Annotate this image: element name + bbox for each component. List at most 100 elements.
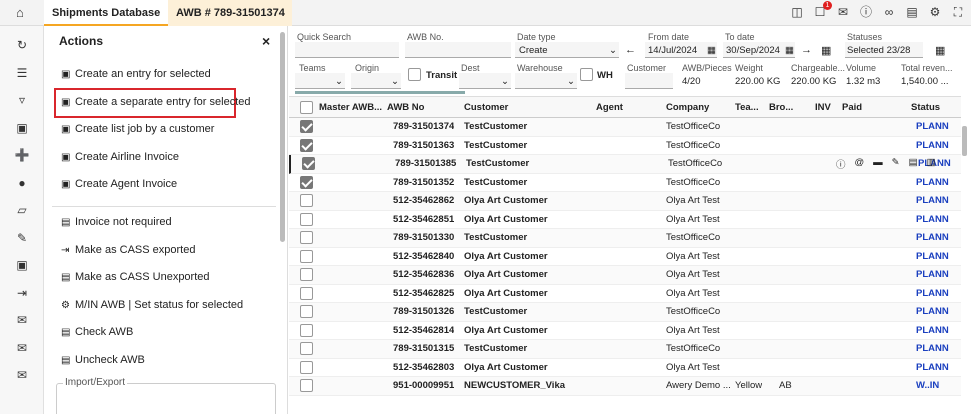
action-create-separate-entry[interactable]: ▣ Create a separate entry for selected xyxy=(61,96,250,108)
attach-icon[interactable]: ✎ xyxy=(892,157,900,171)
grid-view-icon[interactable]: ▦ xyxy=(935,44,945,57)
close-icon[interactable]: × xyxy=(262,33,270,49)
customer-input[interactable] xyxy=(625,73,673,89)
arrow-left-icon[interactable]: ← xyxy=(625,44,636,56)
row-checkbox[interactable] xyxy=(300,379,313,392)
row-checkbox[interactable] xyxy=(300,268,313,281)
link-icon[interactable]: ∞ xyxy=(882,4,896,20)
to-date-input[interactable]: 30/Sep/2024 ▦ xyxy=(723,42,795,58)
row-checkbox[interactable] xyxy=(300,342,313,355)
action-check-awb[interactable]: ▤ Check AWB xyxy=(61,326,133,338)
table-row[interactable]: 512-35462836 Olya Art Customer Olya Art Te… xyxy=(289,266,961,285)
select-all-checkbox[interactable] xyxy=(300,101,313,114)
column-agent[interactable]: Agent xyxy=(596,102,623,113)
add-icon[interactable]: ➕ xyxy=(0,147,44,163)
row-checkbox[interactable] xyxy=(300,360,313,374)
document-icon[interactable]: ▤ xyxy=(905,4,919,20)
actions-scrollbar[interactable] xyxy=(280,32,285,242)
row-checkbox[interactable] xyxy=(300,249,313,263)
grid-scrollbar[interactable] xyxy=(962,126,967,156)
remove-icon[interactable]: ● xyxy=(0,175,44,191)
action-create-entry[interactable]: ▣ Create an entry for selected xyxy=(61,68,211,80)
table-row[interactable]: 512-35462851 Olya Art Customer Olya Art Te… xyxy=(289,211,961,229)
envelope-icon[interactable]: ✉ xyxy=(0,340,44,356)
action-cass-unexported[interactable]: ▤ Make as CASS Unexported xyxy=(61,271,210,283)
row-checkbox[interactable] xyxy=(300,175,313,189)
origin-select[interactable]: ⌄ xyxy=(351,73,401,89)
statuses-select[interactable]: Selected 23/28 xyxy=(845,42,923,58)
calendar-check-icon[interactable]: ▦ xyxy=(821,44,831,57)
transit-checkbox[interactable] xyxy=(408,68,421,81)
row-checkbox[interactable] xyxy=(300,231,313,244)
table-row[interactable]: 789-31501374 TestCustomer TestOfficeCo PLAN… xyxy=(289,118,961,137)
filter-settings-icon[interactable]: ☰ xyxy=(0,65,44,81)
column-broker[interactable]: Bro... xyxy=(769,102,793,113)
chat-icon[interactable]: ☐ 1 xyxy=(813,1,832,20)
table-row[interactable]: 951-00009951 NEWCUSTOMER_Vika Awery Demo .… xyxy=(289,377,961,396)
table-row[interactable]: 789-31501315 TestCustomer TestOfficeCo PLAN… xyxy=(289,340,961,359)
action-create-list-job[interactable]: ▣ Create list job by a customer xyxy=(61,123,214,135)
doc-icon[interactable]: ▥ xyxy=(927,157,936,171)
action-invoice-not-required[interactable]: ▤ Invoice not required xyxy=(61,216,172,228)
info-icon[interactable]: ⓘ xyxy=(836,157,846,171)
row-checkbox[interactable] xyxy=(300,138,313,152)
column-status[interactable]: Status xyxy=(911,102,940,113)
file-icon[interactable]: ▣ xyxy=(0,120,44,136)
fullscreen-icon[interactable]: ⛶ xyxy=(951,4,965,20)
teams-select[interactable]: ⌄ xyxy=(295,73,345,89)
row-checkbox[interactable] xyxy=(300,212,313,226)
filter-icon[interactable]: ▿ xyxy=(0,92,44,108)
row-checkbox[interactable] xyxy=(300,194,313,207)
info-icon[interactable]: ⓘ xyxy=(859,4,873,20)
doc-icon[interactable]: ▤ xyxy=(909,157,918,171)
table-row[interactable]: 789-31501330 TestCustomer TestOfficeCo PLAN… xyxy=(289,229,961,248)
import-icon[interactable]: ⇥ xyxy=(0,285,44,301)
tab-awb[interactable]: AWB # 789-31501374 xyxy=(168,0,292,26)
action-create-agent-invoice[interactable]: ▣ Create Agent Invoice xyxy=(61,178,177,190)
at-icon[interactable]: @ xyxy=(855,157,865,171)
quick-search-input[interactable] xyxy=(295,42,399,58)
eraser-icon[interactable]: ▱ xyxy=(0,202,44,218)
table-row[interactable]: 789-31501385 TestCustomer TestOfficeCo PLAN… xyxy=(289,155,961,174)
column-master-awb[interactable]: Master AWB... xyxy=(319,102,382,113)
column-company[interactable]: Company xyxy=(666,102,709,113)
from-date-input[interactable]: 14/Jul/2024 ▦ xyxy=(645,42,717,58)
dest-select[interactable]: ⌄ xyxy=(459,73,511,89)
table-row[interactable]: 512-35462840 Olya Art Customer Olya Art Te… xyxy=(289,248,961,266)
row-checkbox[interactable] xyxy=(300,120,313,133)
home-icon[interactable]: ⌂ xyxy=(16,5,24,21)
tab-shipments-database[interactable]: Shipments Database xyxy=(44,0,168,26)
column-customer[interactable]: Customer xyxy=(464,102,508,113)
table-row[interactable]: 789-31501363 TestCustomer TestOfficeCo PLAN… xyxy=(289,137,961,155)
wh-checkbox[interactable] xyxy=(580,68,593,81)
arrow-right-icon[interactable]: → xyxy=(801,44,812,56)
envelope-icon[interactable]: ✉ xyxy=(0,367,44,383)
action-cass-exported[interactable]: ⇥ Make as CASS exported xyxy=(61,244,195,256)
message-icon[interactable]: ◫ xyxy=(790,4,804,20)
action-set-status[interactable]: ⚙ M/IN AWB | Set status for selected xyxy=(61,299,243,311)
envelope-icon[interactable]: ✉ xyxy=(0,312,44,328)
warehouse-select[interactable]: ⌄ xyxy=(515,73,577,89)
row-checkbox[interactable] xyxy=(300,286,313,300)
column-inv[interactable]: INV xyxy=(815,102,831,113)
column-paid[interactable]: Paid xyxy=(842,102,862,113)
action-uncheck-awb[interactable]: ▤ Uncheck AWB xyxy=(61,354,145,366)
row-checkbox[interactable] xyxy=(300,305,313,318)
table-row[interactable]: 789-31501326 TestCustomer TestOfficeCo PLAN… xyxy=(289,303,961,322)
settings-icon[interactable]: ⚙ xyxy=(928,4,942,20)
table-row[interactable]: 512-35462814 Olya Art Customer Olya Art Te… xyxy=(289,322,961,340)
table-row[interactable]: 512-35462862 Olya Art Customer Olya Art Te… xyxy=(289,192,961,211)
column-awb-no[interactable]: AWB No xyxy=(387,102,424,113)
mail-icon[interactable]: ✉ xyxy=(836,4,850,20)
awb-no-input[interactable] xyxy=(405,42,511,58)
refresh-icon[interactable]: ↻ xyxy=(0,37,44,53)
monitor-icon[interactable]: ▣ xyxy=(0,257,44,273)
table-row[interactable]: 512-35462803 Olya Art Customer Olya Art Te… xyxy=(289,359,961,377)
row-checkbox[interactable] xyxy=(300,323,313,337)
action-create-airline-invoice[interactable]: ▣ Create Airline Invoice xyxy=(61,151,179,163)
column-team[interactable]: Tea... xyxy=(735,102,759,113)
row-checkbox[interactable] xyxy=(302,157,315,170)
horizontal-scroll-thumb[interactable] xyxy=(295,91,465,94)
table-row[interactable]: 512-35462825 Olya Art Customer Olya Art Te… xyxy=(289,285,961,303)
date-type-select[interactable]: Create ⌄ xyxy=(515,42,619,58)
